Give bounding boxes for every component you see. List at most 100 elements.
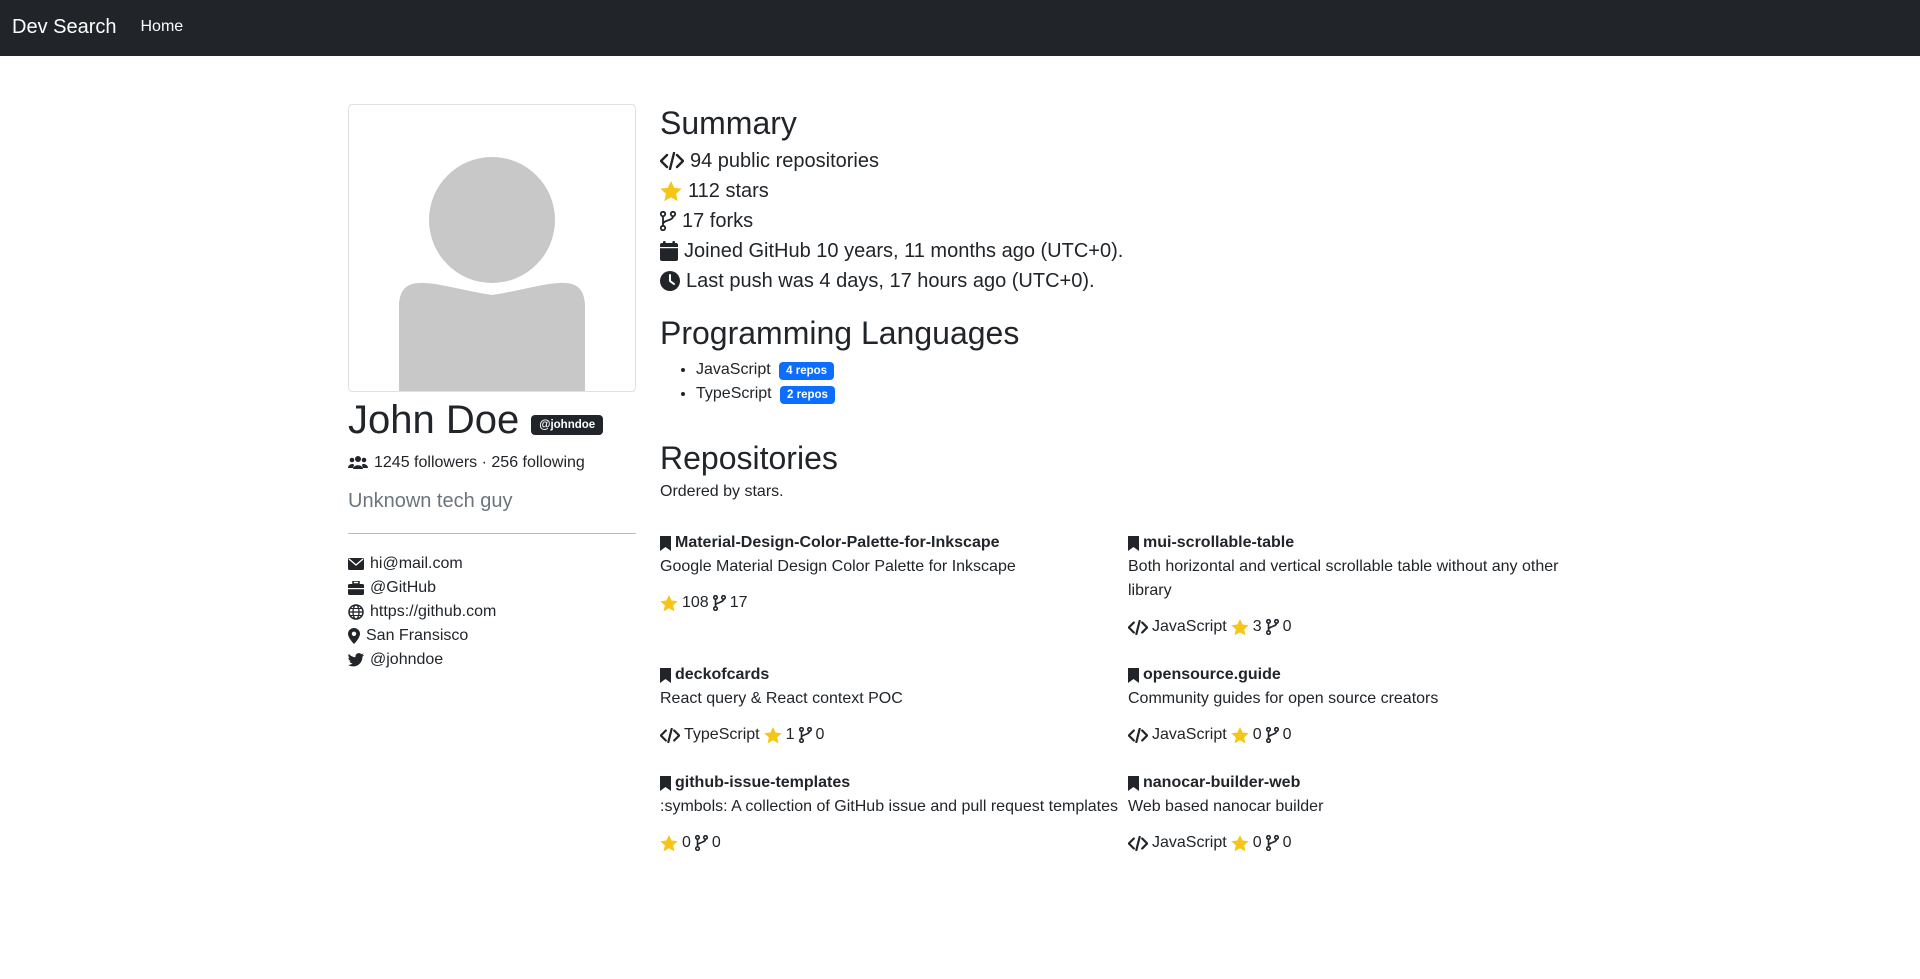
repo-forks: 0	[1282, 726, 1292, 744]
summary-stars: 112 stars	[660, 176, 1596, 206]
summary-repos: 94 public repositories	[660, 146, 1596, 176]
repo-forks: 0	[711, 834, 721, 852]
contact-twitter-link[interactable]: @johndoe	[370, 651, 443, 669]
language-name: TypeScript	[696, 384, 772, 402]
profile-bio: Unknown tech guy	[348, 490, 513, 512]
avatar-placeholder-icon	[399, 157, 585, 391]
page-container: John Doe @johndoe 1245 followers · 256 f…	[348, 104, 1572, 879]
code-icon	[1128, 619, 1148, 635]
repo-title: github-issue-templates	[660, 771, 1128, 795]
repo-stars: 0	[1252, 834, 1262, 852]
location-icon	[348, 628, 360, 644]
contact-email-text[interactable]: hi@mail.com	[370, 555, 463, 573]
repo-card: nanocar-builder-web Web based nanocar bu…	[1128, 771, 1596, 855]
bookmark-icon	[660, 667, 671, 683]
bookmark-icon	[1128, 535, 1139, 551]
repo-card: Material-Design-Color-Palette-for-Inksca…	[660, 531, 1128, 639]
language-item: TypeScript 2 repos	[696, 385, 1596, 409]
followers-line: 1245 followers · 256 following	[348, 454, 636, 472]
profile-name: John Doe	[348, 398, 520, 442]
repo-card: opensource.guide Community guides for op…	[1128, 663, 1596, 747]
repo-stats: 0 0	[660, 831, 1128, 855]
repo-stars: 108	[682, 594, 709, 612]
star-icon	[660, 180, 682, 202]
contact-company-text: @GitHub	[370, 579, 437, 596]
code-icon	[660, 152, 684, 171]
star-icon	[1231, 834, 1249, 852]
repo-title: nanocar-builder-web	[1128, 771, 1596, 795]
summary-joined: Joined GitHub 10 years, 11 months ago (U…	[660, 236, 1596, 266]
code-icon	[1128, 835, 1148, 851]
fork-icon	[1265, 619, 1279, 636]
repo-name-link[interactable]: mui-scrollable-table	[1143, 534, 1294, 552]
repo-stats: TypeScript 1 0	[660, 723, 1128, 747]
contact-website-link[interactable]: https://github.com	[370, 603, 496, 621]
star-icon	[763, 726, 782, 744]
repo-stars: 0	[1252, 726, 1262, 744]
briefcase-icon	[348, 581, 364, 595]
repo-stats: JavaScript 0 0	[1128, 831, 1596, 855]
contact-twitter: @johndoe	[348, 648, 636, 672]
code-icon	[1128, 727, 1148, 743]
repo-card: deckofcards React query & React context …	[660, 663, 1128, 747]
nav-home-link[interactable]: Home	[141, 18, 184, 36]
repo-stars: 0	[682, 834, 691, 852]
contact-location: San Fransisco	[348, 624, 636, 648]
repo-name-link[interactable]: deckofcards	[675, 666, 769, 684]
envelope-icon	[348, 558, 364, 570]
summary-last-push-text: Last push was 4 days, 17 hours ago (UTC+…	[686, 269, 1095, 292]
star-icon	[1231, 618, 1249, 636]
bookmark-icon	[660, 535, 671, 551]
repo-stars: 3	[1252, 618, 1262, 636]
followers-text: 1245 followers · 256 following	[374, 454, 585, 471]
summary-forks-text: 17 forks	[682, 209, 754, 232]
repo-stats: JavaScript 3 0	[1128, 615, 1596, 639]
repo-language: JavaScript	[1152, 726, 1227, 744]
repo-name-link[interactable]: nanocar-builder-web	[1143, 774, 1300, 792]
repo-forks: 0	[1282, 834, 1292, 852]
repo-description: Google Material Design Color Palette for…	[660, 558, 1016, 576]
fork-icon	[660, 211, 676, 232]
repo-name-link[interactable]: opensource.guide	[1143, 666, 1281, 684]
repo-title: deckofcards	[660, 663, 1128, 687]
repo-stats: 108 17	[660, 591, 1128, 615]
contact-location-text: San Fransisco	[366, 627, 469, 644]
clock-icon	[660, 271, 680, 292]
repo-name-link[interactable]: github-issue-templates	[675, 774, 850, 792]
divider	[348, 533, 636, 534]
repo-forks: 0	[1282, 618, 1292, 636]
fork-icon	[798, 727, 812, 744]
repo-name-link[interactable]: Material-Design-Color-Palette-for-Inksca…	[675, 534, 1000, 552]
contact-website: https://github.com	[348, 600, 636, 624]
fork-icon	[712, 595, 726, 612]
summary-joined-text: Joined GitHub 10 years, 11 months ago (U…	[684, 239, 1124, 262]
repo-description: Web based nanocar builder	[1128, 798, 1324, 816]
users-icon	[348, 455, 368, 471]
avatar	[348, 104, 636, 392]
fork-icon	[694, 835, 708, 852]
profile-main: Summary 94 public repositories 112 stars…	[660, 104, 1596, 879]
language-repo-count-badge: 2 repos	[780, 385, 835, 404]
repo-forks: 0	[815, 726, 825, 744]
star-icon	[1231, 726, 1249, 744]
language-repo-count-badge: 4 repos	[779, 361, 835, 380]
repositories-title: Repositories	[660, 439, 838, 476]
contact-email: hi@mail.com	[348, 552, 636, 576]
top-navbar: Dev Search Home	[0, 0, 1920, 56]
repo-language: JavaScript	[1152, 618, 1227, 636]
fork-icon	[1265, 835, 1279, 852]
repo-stars: 1	[785, 726, 795, 744]
brand-link[interactable]: Dev Search	[12, 16, 117, 39]
summary-stars-text: 112 stars	[688, 179, 769, 202]
repositories-subtitle: Ordered by stars.	[660, 483, 784, 501]
repo-card: github-issue-templates :symbols: A colle…	[660, 771, 1128, 855]
repo-card: mui-scrollable-table Both horizontal and…	[1128, 531, 1596, 639]
bookmark-icon	[660, 775, 671, 791]
repo-language: JavaScript	[1152, 834, 1227, 852]
summary-last-push: Last push was 4 days, 17 hours ago (UTC+…	[660, 266, 1596, 296]
summary-repos-text: 94 public repositories	[690, 149, 879, 172]
summary-title: Summary	[660, 105, 797, 141]
language-name: JavaScript	[696, 360, 771, 378]
summary-forks: 17 forks	[660, 206, 1596, 236]
star-icon	[660, 594, 678, 612]
